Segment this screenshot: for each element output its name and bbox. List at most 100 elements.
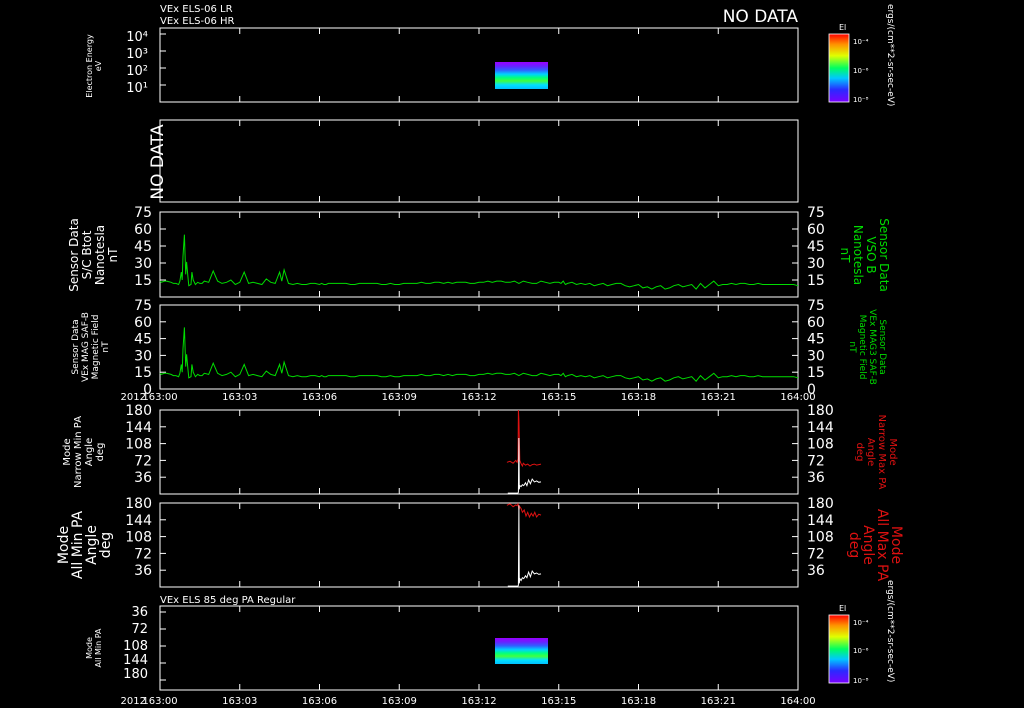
colorbar-top-title: El — [839, 23, 846, 32]
panel-4-ylabel-right-1: Sensor Data — [877, 319, 887, 374]
panel-6-ylabel-right-4: deg — [846, 532, 862, 558]
panel-2-ylabel: NO DATA — [148, 124, 168, 200]
panel-3-ytick-label-right-4: 75 — [807, 205, 825, 221]
panel-6-ylabel-4: deg — [98, 532, 114, 558]
colorbar-top-tick-1: 10⁻⁶ — [853, 67, 869, 75]
panel-4-ytick-label-right-1: 15 — [807, 365, 825, 381]
panel-4-ylabel-3: Magnetic Field — [91, 315, 101, 380]
panel-3-ylabel-1: Sensor Data — [67, 218, 81, 292]
panel-4-ylabel-2: VEx MAG SAF-B — [81, 312, 91, 382]
panel-6-series-0-line — [506, 502, 542, 519]
panel-1-ytick-2: 10² — [126, 64, 148, 79]
panel-5-ytick-label-4: 180 — [125, 403, 152, 419]
panel-7-ytick-1: 72 — [131, 622, 148, 637]
panel-4-ytick-label-right-2: 30 — [807, 348, 825, 364]
spectrogram-bottom-block — [495, 638, 548, 664]
panel-5-ylabel-1: Mode — [62, 438, 73, 465]
time-tick-label-1-2: 163:06 — [302, 696, 337, 707]
panel-3-ytick-label-right-0: 15 — [807, 273, 825, 289]
panel-4-ytick-label-3: 45 — [134, 332, 152, 348]
time-tick-label-0-1: 163:03 — [222, 392, 257, 403]
panel-1-ytick-3: 10¹ — [126, 81, 148, 96]
panel-6-series-1-line — [507, 505, 542, 587]
panel-6-ytick-label-3: 144 — [125, 513, 152, 529]
panel-5-ytick-label-3: 144 — [125, 420, 152, 436]
panel-6-ytick-label-right-0: 36 — [807, 563, 825, 579]
header-line2: VEx ELS-06 HR — [160, 16, 235, 27]
panel-3-ylabel-right-2: VSO B — [864, 236, 878, 273]
panel-5-ylabel-right-2: Narrow Max PA — [876, 415, 887, 490]
panel-3-ytick-label-right-2: 45 — [807, 239, 825, 255]
time-tick-label-0-0: 163:00 — [142, 392, 177, 403]
time-tick-label-0-4: 163:12 — [461, 392, 496, 403]
colorbar-bottom-gradient — [828, 614, 850, 684]
panel-2-frame — [159, 119, 799, 203]
panel-3-ytick-label-right-1: 30 — [807, 256, 825, 272]
panel-3-ytick-label-3: 60 — [134, 222, 152, 238]
panel-5-series-0-line — [506, 409, 542, 468]
time-tick-label-0-2: 163:06 — [302, 392, 337, 403]
time-tick-label-1-3: 163:09 — [382, 696, 417, 707]
panel-7-ytick-3: 144 — [123, 653, 148, 668]
panel-4-frame — [159, 304, 799, 390]
panel-3-ytick-label-4: 75 — [134, 205, 152, 221]
panel-4-ytick-label-5: 75 — [134, 298, 152, 314]
time-tick-label-1-6: 163:18 — [621, 696, 656, 707]
panel-5-ylabel-right-4: deg — [854, 443, 865, 462]
time-tick-label-1-1: 163:03 — [222, 696, 257, 707]
panel-4-ylabel-4: nT — [101, 341, 111, 353]
panel-5-ytick-label-right-4: 180 — [807, 403, 834, 419]
colorbar-top-gradient — [828, 33, 850, 103]
panel-4-ytick-label-right-5: 75 — [807, 298, 825, 314]
els-85-title: VEx ELS 85 deg PA Regular — [160, 595, 296, 606]
time-tick-label-1-8: 164:00 — [780, 696, 815, 707]
header-line1: VEx ELS-06 LR — [160, 4, 233, 15]
panel-4-series-0-line — [159, 327, 799, 382]
panel-6-ytick-label-0: 36 — [134, 563, 152, 579]
colorbar-top-unit: ergs/(cm**2-sr-sec-eV) — [885, 4, 895, 106]
panel-1-ylabel-1: Electron Energy — [85, 34, 94, 98]
panel-5-ylabel-4: deg — [95, 443, 106, 462]
panel-4-ylabel-right-3: Magnetic Field — [857, 315, 867, 380]
panel-3-series-0-line — [159, 234, 799, 290]
panel-7-ylabel-2: All Min PA — [94, 628, 103, 668]
panel-4-ytick-label-right-4: 60 — [807, 315, 825, 331]
time-tick-label-1-0: 163:00 — [142, 696, 177, 707]
panel-3-ytick-label-right-3: 60 — [807, 222, 825, 238]
panel-7-ytick-0: 36 — [131, 605, 148, 620]
panel-5-ylabel-right-3: Angle — [865, 438, 876, 466]
panel-6-ytick-label-right-1: 72 — [807, 546, 825, 562]
panel-6-ytick-label-2: 108 — [125, 530, 152, 546]
panel-5-ytick-label-right-2: 108 — [807, 437, 834, 453]
panel-3-ylabel-3: Nanotesla — [93, 225, 107, 285]
panel-3-ylabel-4: nT — [106, 247, 120, 263]
panel-5-series-1-line — [507, 437, 542, 494]
panel-5-ytick-label-2: 108 — [125, 437, 152, 453]
time-tick-label-0-5: 163:15 — [541, 392, 576, 403]
colorbar-top: El 10⁻⁴ 10⁻⁶ 10⁻⁸ ergs/(cm**2-sr-sec-eV) — [828, 4, 895, 106]
time-tick-label-1-7: 163:21 — [701, 696, 736, 707]
panel-5-ylabel-right-1: Mode — [887, 438, 898, 465]
colorbar-bottom-tick-2: 10⁻⁸ — [853, 677, 869, 685]
panel-6-frame — [159, 502, 799, 588]
panel-1-ytick-0: 10⁴ — [126, 30, 148, 45]
panel-5-ytick-label-right-3: 144 — [807, 420, 834, 436]
time-tick-label-0-8: 164:00 — [780, 392, 815, 403]
colorbar-bottom-tick-1: 10⁻⁶ — [853, 647, 869, 655]
panel-5-ytick-label-1: 72 — [134, 453, 152, 469]
plot-canvas: VEx ELS-06 LR VEx ELS-06 HR NO DATA VEx … — [56, 4, 904, 707]
panel-5-ytick-label-right-1: 72 — [807, 453, 825, 469]
time-tick-label-0-7: 163:21 — [701, 392, 736, 403]
colorbar-bottom: El 10⁻⁴ 10⁻⁶ 10⁻⁸ ergs/(cm**2-sr-sec-eV) — [828, 580, 895, 685]
colorbar-bottom-unit: ergs/(cm**2-sr-sec-eV) — [885, 580, 895, 682]
panel-6-ytick-label-4: 180 — [125, 496, 152, 512]
colorbar-bottom-title: El — [839, 604, 846, 613]
time-tick-label-1-5: 163:15 — [541, 696, 576, 707]
colorbar-top-tick-2: 10⁻⁸ — [853, 96, 869, 104]
panel-7-ylabel-1: Mode — [85, 637, 94, 659]
time-tick-label-0-3: 163:09 — [382, 392, 417, 403]
panel-5-ytick-label-0: 36 — [134, 470, 152, 486]
colorbar-top-tick-0: 10⁻⁴ — [853, 38, 869, 46]
time-tick-label-1-4: 163:12 — [461, 696, 496, 707]
no-data-label: NO DATA — [723, 7, 799, 27]
